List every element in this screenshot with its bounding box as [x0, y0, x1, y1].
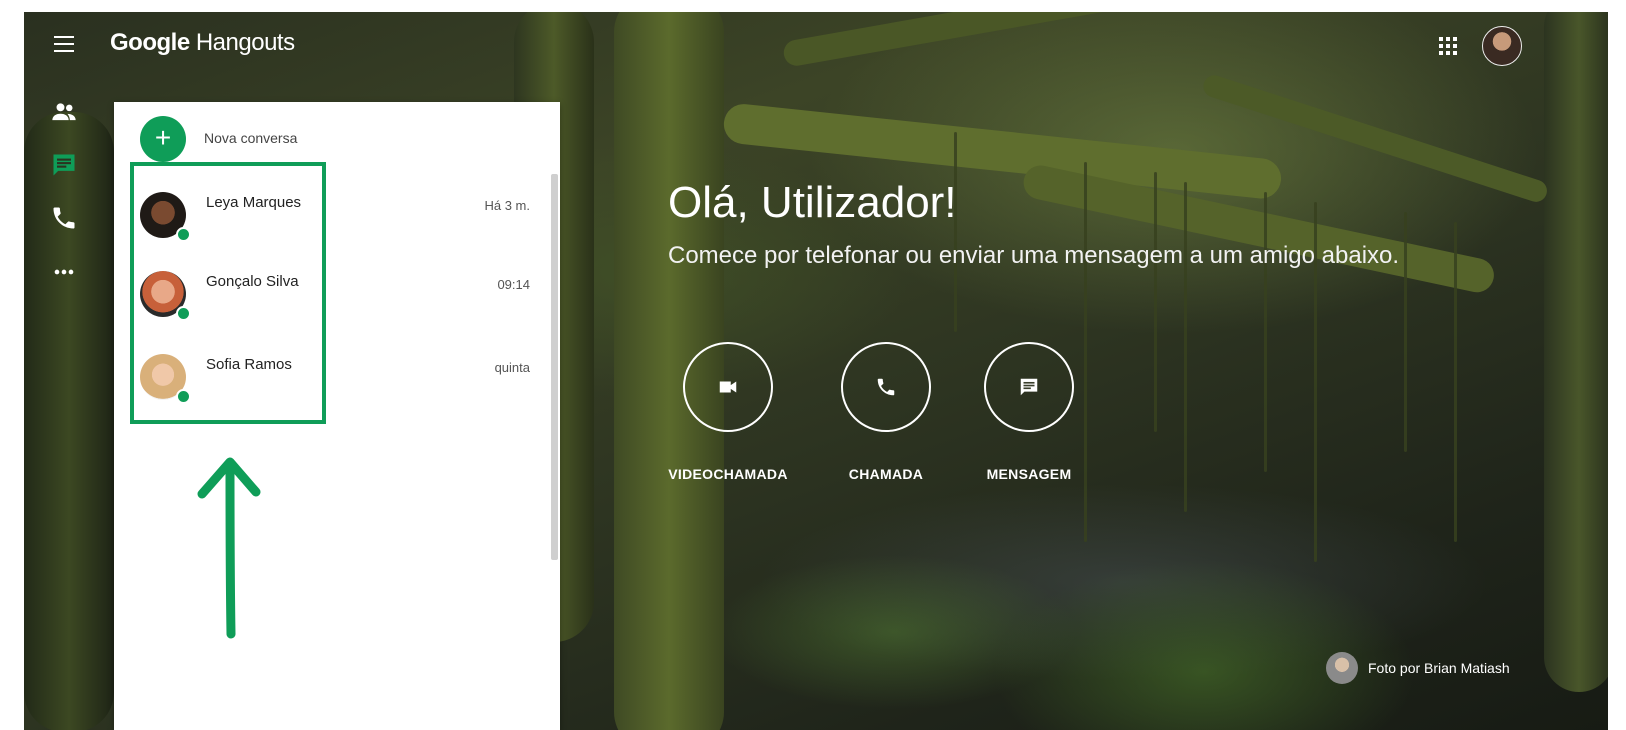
- up-arrow-annotation: [197, 457, 261, 639]
- online-status-dot: [176, 389, 191, 404]
- app-brand: Google Hangouts: [110, 29, 295, 57]
- new-conversation-label[interactable]: Nova conversa: [204, 130, 297, 146]
- greeting-title: Olá, Utilizador!: [668, 178, 957, 227]
- conversation-panel: + Nova conversa Leya Marques Há 3 m. Gon…: [114, 102, 560, 730]
- scrollbar[interactable]: [551, 174, 558, 560]
- video-call-action: VIDEOCHAMADA: [668, 342, 788, 482]
- more-horizontal-icon[interactable]: [50, 258, 78, 286]
- apps-grid-icon[interactable]: [1439, 37, 1457, 55]
- greeting-subtitle: Comece por telefonar ou enviar uma mensa…: [668, 242, 1400, 269]
- brand-google: Google: [110, 29, 190, 56]
- video-call-button[interactable]: [683, 342, 773, 432]
- conversation-item[interactable]: Gonçalo Silva 09:14: [130, 255, 530, 327]
- contact-name: Gonçalo Silva: [206, 273, 299, 290]
- call-action: CHAMADA: [826, 342, 946, 482]
- contact-name: Leya Marques: [206, 194, 302, 211]
- conversation-time: 09:14: [497, 277, 530, 292]
- people-icon[interactable]: [50, 98, 78, 126]
- photo-credit-text: Foto por Brian Matiash: [1368, 660, 1510, 676]
- call-button[interactable]: [841, 342, 931, 432]
- phone-icon: [877, 378, 895, 396]
- videocam-icon: [719, 381, 737, 393]
- message-label[interactable]: MENSAGEM: [969, 466, 1089, 482]
- conversation-item[interactable]: Leya Marques Há 3 m.: [130, 176, 530, 248]
- message-button[interactable]: [984, 342, 1074, 432]
- top-bar: Google Hangouts: [24, 12, 1608, 82]
- hangouts-app: Google Hangouts + Nova conversa Leya Mar…: [24, 12, 1608, 730]
- photographer-avatar: [1326, 652, 1358, 684]
- photo-credit[interactable]: Foto por Brian Matiash: [1326, 650, 1510, 686]
- contact-name: Sofia Ramos: [206, 356, 292, 373]
- new-conversation-button[interactable]: +: [140, 116, 186, 162]
- message-action: MENSAGEM: [969, 342, 1089, 482]
- conversation-time: quinta: [494, 360, 530, 375]
- conversation-time: Há 3 m.: [484, 198, 530, 213]
- menu-icon[interactable]: [54, 36, 74, 52]
- chat-icon[interactable]: [50, 151, 78, 179]
- conversation-item[interactable]: Sofia Ramos quinta: [130, 338, 530, 410]
- message-icon: [1020, 378, 1038, 396]
- phone-icon[interactable]: [50, 204, 78, 232]
- call-label[interactable]: CHAMADA: [826, 466, 946, 482]
- online-status-dot: [176, 306, 191, 321]
- video-call-label[interactable]: VIDEOCHAMADA: [668, 466, 788, 482]
- online-status-dot: [176, 227, 191, 242]
- account-avatar[interactable]: [1482, 26, 1522, 66]
- brand-product: Hangouts: [195, 29, 295, 56]
